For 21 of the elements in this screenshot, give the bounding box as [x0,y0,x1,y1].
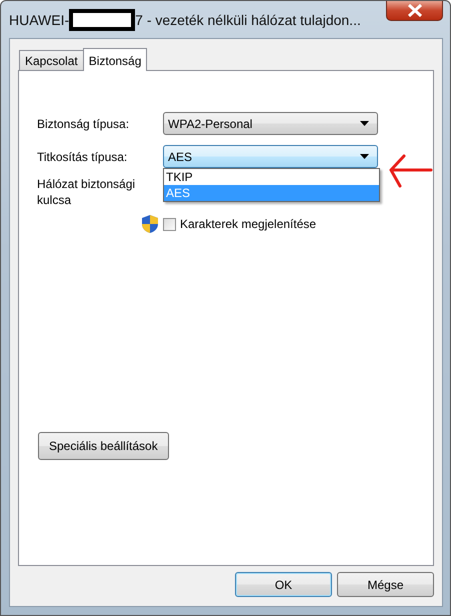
close-button[interactable] [386,1,443,21]
dropdown[interactable]: WPA2-Personal [163,112,378,135]
arrow-drawing [389,154,433,188]
checkbox-label: Karakterek megjelenítése [180,217,316,231]
caret-icon [360,154,369,159]
caret-icon [360,121,369,126]
advanced-settings-button[interactable]: Speciális beállítások [38,432,169,460]
window-title: 7 - vezeték nélküli hálózat tulajdon... [135,12,361,28]
field-label: Hálózat biztonsági kulcsa [37,176,136,209]
dialog-button[interactable]: OK [235,572,332,597]
dropdown[interactable]: AES [163,145,378,168]
close-icon [406,4,422,17]
checkbox[interactable] [163,218,176,230]
shield-icon [141,214,159,234]
dialog-button[interactable]: Mégse [337,572,434,597]
tab[interactable]: Kapcsolat [19,50,84,70]
field-label: Biztonság típusa: [37,116,130,130]
dropdown-option[interactable]: TKIP [164,169,379,185]
field-label: Titkosítás típusa: [37,150,128,164]
window-title: HUAWEI- [9,12,70,28]
tab[interactable]: Biztonság [82,48,148,71]
